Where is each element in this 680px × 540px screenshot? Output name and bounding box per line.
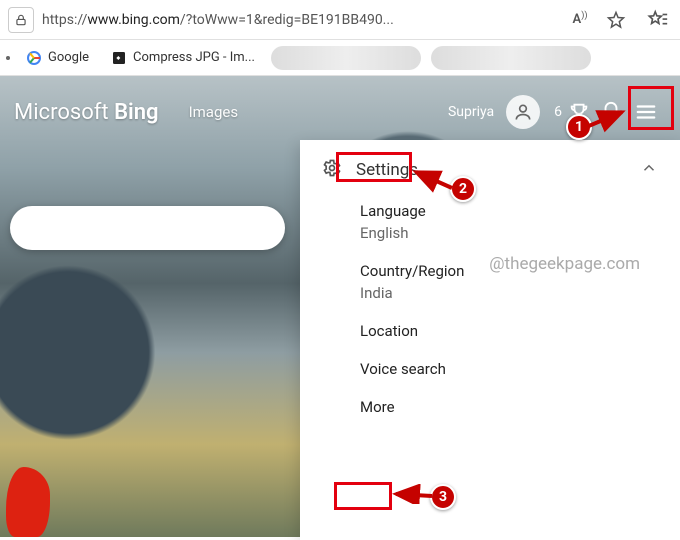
bookmark-compress-jpg[interactable]: Compress JPG - Im... <box>105 46 261 70</box>
bell-icon <box>600 101 622 123</box>
trophy-icon <box>568 101 590 123</box>
user-name[interactable]: Supriya <box>442 100 500 124</box>
rewards-points[interactable]: 6 <box>548 97 596 127</box>
url-host: www.bing.com <box>87 12 180 28</box>
google-icon <box>26 50 42 66</box>
settings-item-more[interactable]: More <box>360 398 658 416</box>
settings-item-voice[interactable]: Voice search <box>360 360 658 378</box>
url-rest: /?toWww=1&redig=BE191BB490... <box>180 12 394 28</box>
page-content: Microsoft Bing Images Supriya 6 Settin <box>0 76 680 537</box>
bing-logo[interactable]: Microsoft Bing <box>14 100 159 125</box>
settings-title: Settings <box>356 160 418 180</box>
url-display[interactable]: https://www.bing.com/?toWww=1&redig=BE19… <box>42 12 558 28</box>
decorative-blob <box>6 467 50 537</box>
site-info-button[interactable] <box>8 7 34 33</box>
reader-mode-button[interactable]: A)) <box>566 6 594 34</box>
notifications-button[interactable] <box>596 97 626 127</box>
hamburger-menu-button[interactable] <box>626 93 666 131</box>
settings-item-location[interactable]: Location <box>360 322 658 340</box>
settings-header[interactable]: Settings <box>322 158 658 182</box>
chevron-up-icon[interactable] <box>640 159 658 181</box>
bookmark-label: Compress JPG - Im... <box>133 50 255 65</box>
avatar[interactable] <box>506 95 540 129</box>
browser-address-bar: https://www.bing.com/?toWww=1&redig=BE19… <box>0 0 680 40</box>
bookmark-blurred <box>271 46 421 70</box>
settings-item-language[interactable]: Language English <box>360 202 658 242</box>
add-favorite-button[interactable] <box>602 6 630 34</box>
hamburger-icon <box>633 101 659 123</box>
lock-icon <box>14 13 28 27</box>
person-icon <box>513 102 533 122</box>
star-plus-icon <box>606 10 626 30</box>
settings-item-country[interactable]: Country/Region India <box>360 262 658 302</box>
bookmark-label: Google <box>48 50 89 65</box>
bookmark-blurred <box>431 46 591 70</box>
favorites-button[interactable] <box>644 6 672 34</box>
bookmarks-bar: Google Compress JPG - Im... <box>0 40 680 76</box>
bookmark-google[interactable]: Google <box>20 46 95 70</box>
url-prefix: https:// <box>42 12 87 28</box>
gear-icon <box>322 158 342 182</box>
bookmark-overflow-dot <box>6 56 10 60</box>
bing-header: Microsoft Bing Images Supriya 6 <box>0 88 680 136</box>
nav-images-link[interactable]: Images <box>189 103 239 121</box>
settings-list: Language English Country/Region India Lo… <box>322 202 658 416</box>
settings-panel: Settings Language English Country/Region… <box>300 140 680 540</box>
star-lines-icon <box>647 9 669 31</box>
compress-icon <box>111 50 127 66</box>
search-input[interactable] <box>10 206 285 250</box>
